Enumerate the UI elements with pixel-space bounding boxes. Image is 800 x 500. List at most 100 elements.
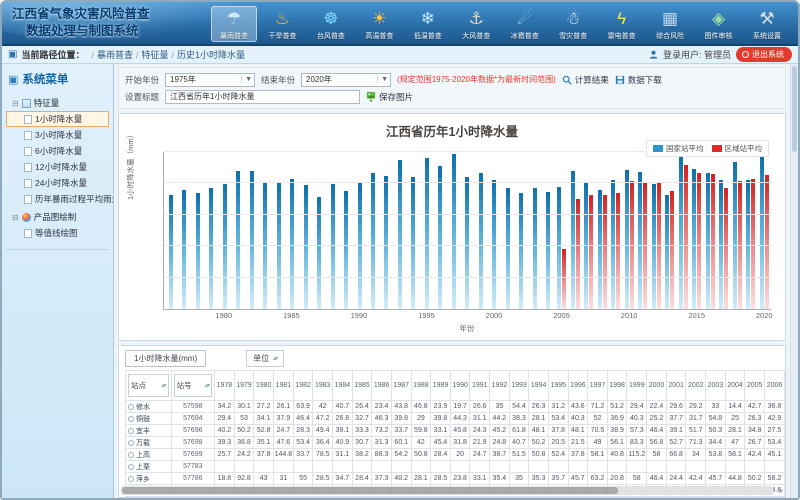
tree-item[interactable]: 等值线绘图 [6, 225, 109, 241]
horizontal-scrollbar[interactable] [121, 486, 773, 495]
scrollbar-thumb[interactable] [122, 487, 618, 494]
nav-item-4[interactable]: ☀高温普查 [356, 6, 402, 42]
station-radio[interactable] [128, 428, 134, 434]
chart-title-input[interactable] [165, 90, 360, 104]
station-radio[interactable] [128, 440, 134, 446]
col-header-year-1999: 1999 [627, 371, 647, 401]
variable-button[interactable]: 1小时降水量(mm) [125, 350, 206, 367]
value-cell-57698-1984: 40.9 [333, 437, 353, 449]
nav-item-8[interactable]: ☃雪灾普查 [550, 6, 596, 42]
save-image-button[interactable]: 保存图片 [366, 91, 413, 103]
expander-icon[interactable]: ⊟ [12, 99, 19, 108]
year-slot-1978 [191, 152, 204, 309]
col-header-station[interactable]: 站点▴▾ [126, 371, 172, 401]
table-row-57783: 上栗57783 [126, 461, 785, 473]
national-avg-bar-1996 [438, 166, 442, 309]
start-year-select[interactable]: 1975年 ▼ [165, 73, 255, 87]
station-name: 修水 [136, 404, 150, 411]
value-cell-57694-1991: 31.1 [470, 413, 490, 425]
breadcrumb-link[interactable]: 暴雨普查 [97, 50, 133, 60]
nav-item-12[interactable]: ⚒系统设置 [744, 6, 790, 42]
tree-node-1[interactable]: ⊟特征量 [6, 95, 109, 111]
value-cell-57699-1996: 37.8 [568, 449, 588, 461]
scrollbar-thumb[interactable] [792, 66, 797, 152]
value-cell-57786-1997: 63.2 [588, 473, 608, 485]
tree-item[interactable]: 6小时降水量 [6, 143, 109, 159]
station-radio[interactable] [128, 416, 134, 422]
station-radio[interactable] [128, 464, 134, 470]
data-download-button[interactable]: 数据下载 [615, 74, 662, 86]
gale-icon: ⚓ [463, 8, 489, 30]
tree-item[interactable]: 24小时降水量 [6, 175, 109, 191]
logout-button[interactable]: 退出系统 [736, 47, 792, 62]
value-cell-57694-1987: 39.8 [391, 413, 411, 425]
tree-item[interactable]: 1小时降水量 [6, 111, 109, 127]
value-cell-57783-1990 [450, 461, 470, 473]
tree-item[interactable]: 12小时降水量 [6, 159, 109, 175]
unit-sort-control[interactable]: 单位 ▴▾ [246, 350, 284, 367]
nav-item-label: 暴雨普查 [220, 31, 248, 41]
breadcrumb: /暴雨普查/特征量/历史1小时降水量 [88, 48, 245, 61]
value-cell-57793-1985: 47.5 [352, 497, 372, 499]
page-icon [24, 229, 32, 238]
typhoon-icon: ☸ [318, 8, 344, 30]
nav-item-2[interactable]: ♨干旱普查 [259, 6, 305, 42]
value-cell-57783-1992 [490, 461, 510, 473]
value-cell-57786-1985: 28.4 [352, 473, 372, 485]
value-cell-57783-2005 [745, 461, 765, 473]
value-cell-57694-1984: 26.8 [333, 413, 353, 425]
table-scroll-area[interactable]: 站点▴▾站号▴▾19781979198019811982198319841985… [125, 370, 785, 498]
station-name-cell: 萍乡 [126, 473, 172, 485]
value-cell-57699-1999: 115.2 [627, 449, 647, 461]
col-header-station-id[interactable]: 站号▴▾ [171, 371, 215, 401]
value-cell-57598-1993: 54.4 [509, 401, 529, 413]
year-slot-2016 [703, 152, 716, 309]
value-cell-57793-1991: 23.2 [470, 497, 490, 499]
expand-right-icon[interactable]: » [779, 486, 783, 495]
station-name: 上栗 [136, 464, 150, 471]
nav-item-3[interactable]: ☸台风普查 [308, 6, 354, 42]
high-temp-icon: ☀ [366, 8, 392, 30]
station-radio[interactable] [128, 476, 134, 482]
station-radio[interactable] [128, 404, 134, 410]
national-avg-bar-1992 [384, 176, 388, 309]
station-radio[interactable] [128, 452, 134, 458]
tree-item[interactable]: 3小时降水量 [6, 127, 109, 143]
nav-item-11[interactable]: ◈图件审核 [696, 6, 742, 42]
value-cell-57696-1984: 38.1 [333, 425, 353, 437]
x-tick-label: 1995 [418, 311, 435, 320]
nav-item-9[interactable]: ϟ雷电普查 [599, 6, 645, 42]
year-slot-2008 [596, 152, 609, 309]
regional-avg-bar-2011 [643, 183, 647, 309]
value-cell-57598-1979: 30.1 [234, 401, 254, 413]
value-cell-57696-1987: 33.7 [391, 425, 411, 437]
value-cell-57786-1978: 18.8 [215, 473, 235, 485]
col-header-year-2002: 2002 [686, 371, 706, 401]
value-cell-57698-2005: 26.7 [745, 437, 765, 449]
data-table-panel: 1小时降水量(mm) 单位 ▴▾ 站点▴▾站号▴▾197819791980198… [118, 345, 786, 498]
tree-item[interactable]: 历年暴雨过程平均雨量 [6, 191, 109, 207]
national-avg-bar-2011 [638, 172, 642, 309]
nav-item-10[interactable]: ▦综合风险 [647, 6, 693, 42]
value-cell-57698-2002: 71.3 [686, 437, 706, 449]
value-cell-57698-1990: 31.8 [450, 437, 470, 449]
station-name-cell: 上栗 [126, 461, 172, 473]
station-year-table: 站点▴▾站号▴▾19781979198019811982198319841985… [125, 370, 785, 498]
nav-item-7[interactable]: ☄冰雹普查 [502, 6, 548, 42]
nav-item-6[interactable]: ⚓大风普查 [453, 6, 499, 42]
calc-result-button[interactable]: 计算结果 [562, 74, 609, 86]
national-avg-bar-1985 [290, 179, 294, 309]
value-cell-57786-1986: 37.3 [372, 473, 392, 485]
expander-icon[interactable]: ⊟ [12, 213, 19, 222]
breadcrumb-link[interactable]: 特征量 [142, 50, 169, 60]
national-avg-bar-2004 [546, 192, 550, 309]
nav-item-5[interactable]: ❄低温普查 [405, 6, 451, 42]
vertical-scrollbar[interactable] [790, 64, 798, 498]
end-year-select[interactable]: 2020年 ▼ [301, 73, 391, 87]
menu-icon: ▣ [8, 73, 18, 86]
tree-node-2[interactable]: ⊟产品图绘制 [6, 209, 109, 225]
national-avg-bar-2005 [557, 187, 561, 309]
nav-item-1[interactable]: ☂暴雨普查 [211, 6, 257, 42]
value-cell-57694-2004: 25 [725, 413, 745, 425]
breadcrumb-link[interactable]: 历史1小时降水量 [177, 50, 245, 60]
